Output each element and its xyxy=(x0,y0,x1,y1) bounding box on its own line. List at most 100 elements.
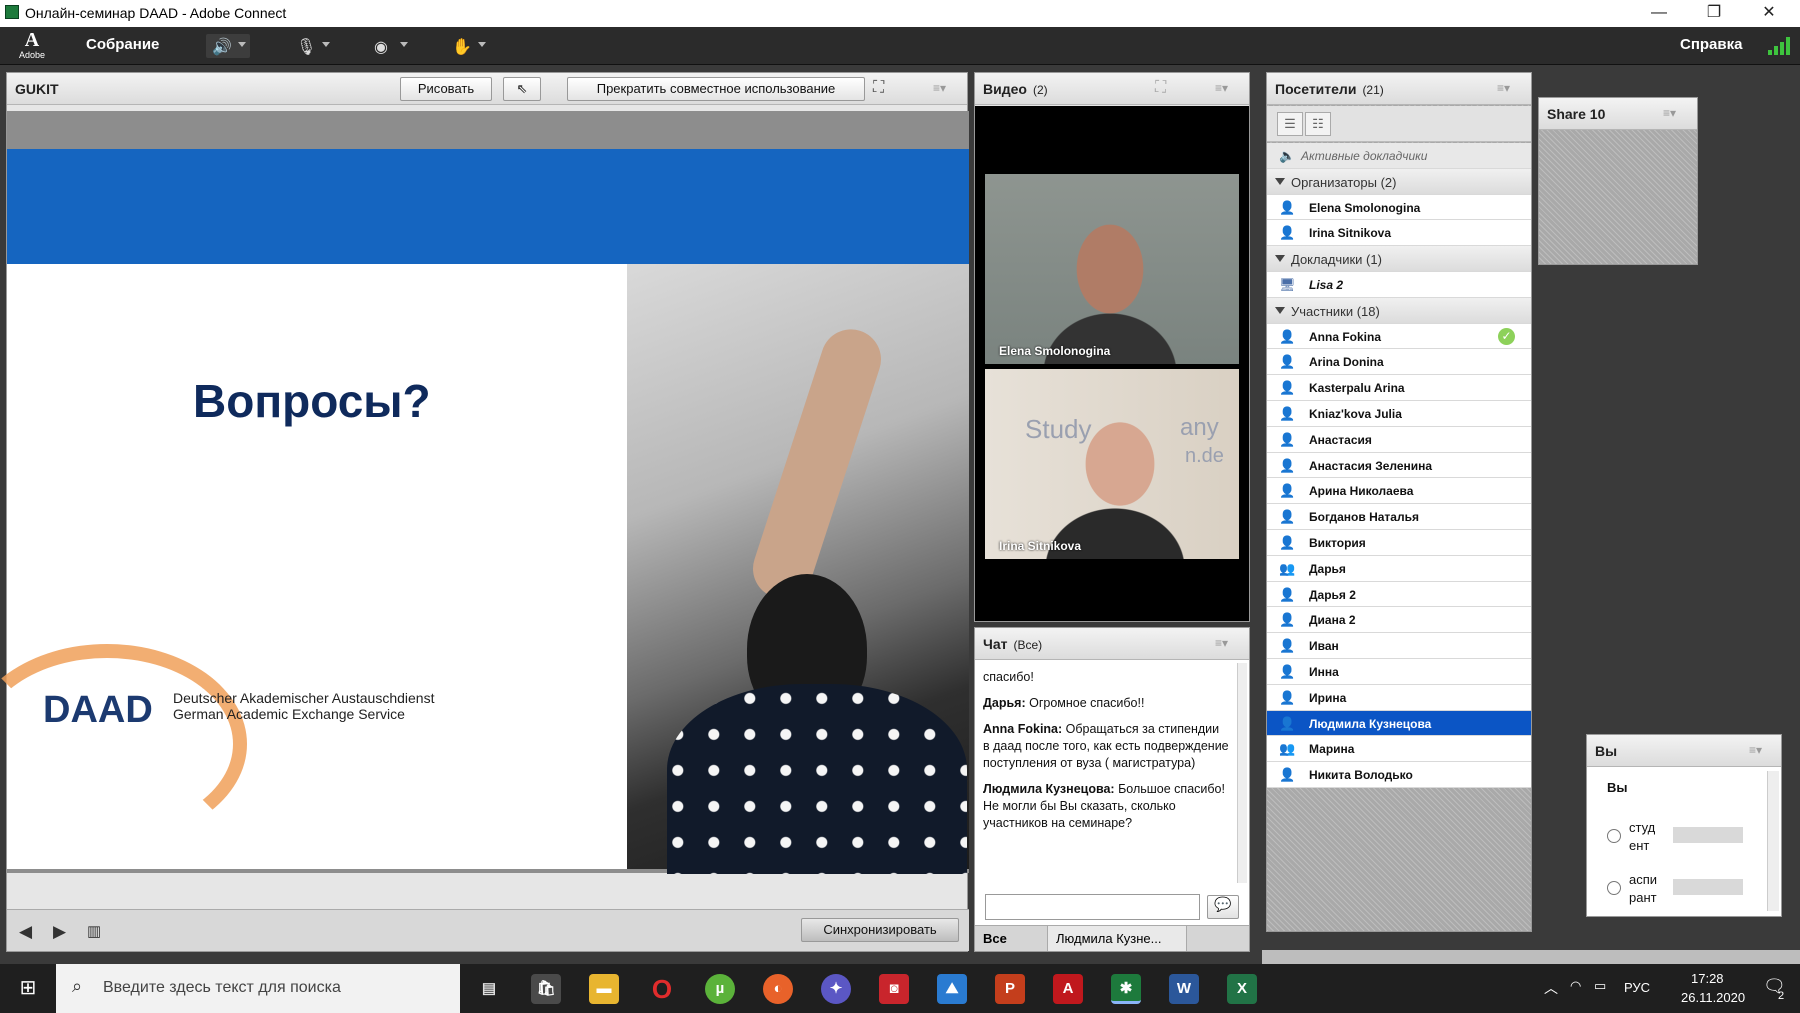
photos-icon[interactable]: ⛰ xyxy=(937,974,967,1004)
previous-slide-icon[interactable]: ◀ xyxy=(19,922,32,942)
attendee-row[interactable]: 👤 Диана 2 xyxy=(1267,607,1531,634)
pod-menu-icon[interactable]: ≡▾ xyxy=(933,82,953,94)
chat-scope: (Все) xyxy=(1013,638,1043,652)
draw-button[interactable]: Рисовать xyxy=(400,77,492,101)
attendee-row[interactable]: 👤 Анастасия xyxy=(1267,426,1531,453)
word-icon[interactable]: W xyxy=(1169,974,1199,1004)
clock-date[interactable]: 26.11.2020 xyxy=(1681,990,1745,1005)
attendee-row[interactable]: 👤 Ирина xyxy=(1267,684,1531,711)
video-tile-name: Irina Sitnikova xyxy=(999,539,1082,553)
user-icon: 👤 xyxy=(1279,689,1296,705)
attendee-row[interactable]: 👤 Kasterpalu Arina xyxy=(1267,375,1531,401)
restore-icon[interactable]: ❐ xyxy=(1703,3,1725,23)
user-icon: 👤 xyxy=(1279,509,1296,525)
poll-pod: Вы ≡▾ Вы студ ент аспи рант xyxy=(1586,734,1782,917)
sync-button[interactable]: Синхронизировать xyxy=(801,918,959,942)
fullscreen-icon[interactable]: ⛶ xyxy=(873,79,884,97)
attendee-row[interactable]: 👤 Виктория xyxy=(1267,529,1531,556)
pod-menu-icon[interactable]: ≡▾ xyxy=(1215,637,1235,649)
pod-menu-icon[interactable]: ≡▾ xyxy=(1663,107,1683,119)
user-icon: 👤 xyxy=(1279,715,1296,731)
stop-sharing-button[interactable]: Прекратить совместное использование xyxy=(567,77,865,101)
pod-menu-icon[interactable]: ≡▾ xyxy=(1215,82,1235,94)
help-menu[interactable]: Справка xyxy=(1680,36,1742,53)
attendee-row[interactable]: 👥 Дарья xyxy=(1267,555,1531,582)
attendee-row[interactable]: 👤 Kniaz'kova Julia xyxy=(1267,400,1531,427)
group-presenters[interactable]: Докладчики (1) xyxy=(1267,246,1531,272)
attendee-row[interactable]: 👤 Irina Sitnikova xyxy=(1267,220,1531,247)
attendee-row[interactable]: 🖥 Lisa 2 xyxy=(1267,271,1531,298)
search-placeholder: Введите здесь текст для поиска xyxy=(103,979,341,996)
battery-icon[interactable]: ▭ xyxy=(1594,978,1606,994)
taskbar-search[interactable]: ⌕ Введите здесь текст для поиска xyxy=(56,964,460,1013)
chat-input[interactable] xyxy=(985,894,1200,920)
attendee-row[interactable]: 👤 Дарья 2 xyxy=(1267,581,1531,608)
speaker-button[interactable]: 🔊 xyxy=(206,34,250,58)
next-slide-icon[interactable]: ▶ xyxy=(53,922,66,942)
attendee-row[interactable]: 👤 Богданов Наталья xyxy=(1267,504,1531,530)
utorrent-icon[interactable]: µ xyxy=(705,974,735,1004)
attendee-row[interactable]: 👥 Марина xyxy=(1267,736,1531,763)
group-hosts[interactable]: Организаторы (2) xyxy=(1267,168,1531,195)
chat-tab-all[interactable]: Все xyxy=(975,926,1015,951)
minimize-icon[interactable]: — xyxy=(1648,3,1670,23)
file-explorer-icon[interactable]: ▬ xyxy=(589,974,619,1004)
attendee-row[interactable]: 👤 Иван xyxy=(1267,633,1531,659)
attendee-row-selected[interactable]: 👤 Людмила Кузнецова xyxy=(1267,710,1531,737)
raise-hand-button[interactable]: ✋ xyxy=(446,34,490,58)
status-view-icon[interactable]: ☷ xyxy=(1305,112,1331,136)
attendee-row[interactable]: 👤 Anna Fokina ✓ xyxy=(1267,323,1531,350)
poll-scrollbar[interactable] xyxy=(1767,771,1779,911)
pointer-button[interactable]: ⇖ xyxy=(503,77,541,101)
send-message-button[interactable]: 💬 xyxy=(1207,895,1239,919)
firefox-icon[interactable]: ◐ xyxy=(763,974,793,1004)
sidebar-toggle-icon[interactable]: ▥ xyxy=(87,922,101,940)
poll-pod-title: Вы xyxy=(1595,743,1618,759)
backdrop-text: any xyxy=(1180,414,1219,441)
collapse-icon xyxy=(1275,306,1285,314)
agree-status-icon: ✓ xyxy=(1498,327,1515,345)
attendee-row[interactable]: 👤 Арина Николаева xyxy=(1267,478,1531,505)
close-icon[interactable]: ✕ xyxy=(1758,3,1780,23)
fullscreen-icon[interactable]: ⛶ xyxy=(1155,79,1166,97)
hand-icon: ✋ xyxy=(452,39,472,56)
adobe-connect-taskbar-icon[interactable]: ✱ xyxy=(1111,974,1141,1004)
app-icon[interactable]: ✦ xyxy=(821,974,851,1004)
language-indicator[interactable]: РУС xyxy=(1624,980,1650,995)
camera-button[interactable]: ◉ xyxy=(368,34,412,58)
attendee-row[interactable]: 👤 Анастасия Зеленина xyxy=(1267,452,1531,479)
org-name-english: German Academic Exchange Service xyxy=(173,706,405,722)
attendee-row[interactable]: 👤 Инна xyxy=(1267,658,1531,685)
group-participants[interactable]: Участники (18) xyxy=(1267,297,1531,324)
store-icon[interactable]: 🛍 xyxy=(531,974,561,1004)
camera-app-icon[interactable]: ◙ xyxy=(879,974,909,1004)
chat-scrollbar[interactable] xyxy=(1237,663,1247,883)
clock-time[interactable]: 17:28 xyxy=(1691,971,1724,986)
chat-tab-private[interactable]: Людмила Кузне... xyxy=(1047,926,1187,951)
microphone-button[interactable]: 🎙 xyxy=(290,34,334,58)
powerpoint-icon[interactable]: P xyxy=(995,974,1025,1004)
speaker-icon: 🔊 xyxy=(212,39,232,56)
opera-icon[interactable]: O xyxy=(647,974,677,1004)
meeting-menu[interactable]: Собрание xyxy=(86,36,159,53)
poll-option-radio[interactable] xyxy=(1607,829,1621,843)
excel-icon[interactable]: X xyxy=(1227,974,1257,1004)
attendee-row[interactable]: 👤 Никита Володько xyxy=(1267,762,1531,788)
list-view-icon[interactable]: ☰ xyxy=(1277,112,1303,136)
attendee-row[interactable]: 👤 Elena Smolonogina xyxy=(1267,194,1531,221)
video-pod: Видео (2) ⛶ ≡▾ Elena Smolonogina Study an… xyxy=(974,72,1250,622)
pod-menu-icon[interactable]: ≡▾ xyxy=(1497,82,1517,94)
video-tile-name: Elena Smolonogina xyxy=(999,344,1111,358)
pod-menu-icon[interactable]: ≡▾ xyxy=(1749,744,1769,756)
video-tile[interactable]: Elena Smolonogina xyxy=(985,174,1239,364)
acrobat-icon[interactable]: A xyxy=(1053,974,1083,1004)
chevron-up-icon[interactable]: ︿ xyxy=(1544,978,1558,998)
poll-option-radio[interactable] xyxy=(1607,881,1621,895)
video-tile[interactable]: Study any n.de Irina Sitnikova xyxy=(985,369,1239,559)
poll-option-label: аспи рант xyxy=(1629,872,1658,905)
pointer-icon: ⇖ xyxy=(516,81,528,96)
wifi-icon[interactable]: ◠ xyxy=(1570,978,1581,994)
windows-start-icon[interactable]: ⊞ xyxy=(0,964,56,1013)
task-view-icon[interactable]: ▤ xyxy=(474,974,504,1004)
attendee-row[interactable]: 👤 Arina Donina xyxy=(1267,349,1531,376)
